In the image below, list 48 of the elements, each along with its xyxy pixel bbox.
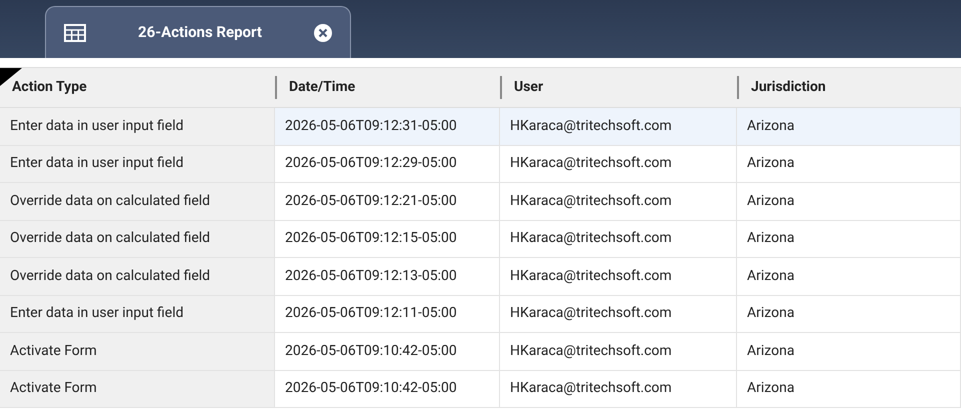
- table-cell: HKaraca@tritechsoft.com: [500, 296, 737, 332]
- column-header[interactable]: Jurisdiction: [751, 77, 826, 98]
- column-header[interactable]: User: [514, 77, 544, 98]
- table-cell: Arizona: [737, 183, 961, 220]
- table-icon: [64, 24, 86, 42]
- table-cell: HKaraca@tritechsoft.com: [500, 258, 737, 294]
- table-row[interactable]: Override data on calculated field 2026-05-06T09:12:13-05:00 HKaraca@tritechsoft.com Arizona: [0, 258, 961, 296]
- table-cell: 2026-05-06T09:12:21-05:00: [275, 183, 500, 220]
- table-row[interactable]: Override data on calculated field 2026-05-06T09:12:21-05:00 HKaraca@tritechsoft.com Arizona: [0, 183, 961, 220]
- table-cell: Arizona: [737, 370, 961, 407]
- table-cell: 2026-05-06T09:12:31-05:00: [275, 108, 500, 144]
- table-cell: Arizona: [737, 296, 961, 332]
- close-icon[interactable]: [314, 24, 332, 42]
- table-cell: Arizona: [737, 333, 961, 370]
- table-cell: 2026-05-06T09:12:15-05:00: [275, 220, 500, 257]
- table-row[interactable]: Enter data in user input field 2026-05-06T09:12:29-05:00 HKaraca@tritechsoft.com Arizona: [0, 146, 961, 183]
- table-row[interactable]: Enter data in user input field 2026-05-06T09:12:31-05:00 HKaraca@tritechsoft.com Arizona: [0, 108, 961, 146]
- table-cell: HKaraca@tritechsoft.com: [500, 370, 737, 407]
- table-cell: Override data on calculated field: [0, 183, 275, 220]
- table-cell: HKaraca@tritechsoft.com: [500, 220, 737, 257]
- table-cell: Arizona: [737, 258, 961, 294]
- table-cell: 2026-05-06T09:12:13-05:00: [275, 258, 500, 294]
- table-cell: 2026-05-06T09:12:11-05:00: [275, 296, 500, 332]
- report-tab[interactable]: 26-Actions Report: [45, 6, 351, 58]
- table-cell: 2026-05-06T09:10:42-05:00: [275, 370, 500, 407]
- table-cell: HKaraca@tritechsoft.com: [500, 333, 737, 370]
- table-row[interactable]: Enter data in user input field 2026-05-06T09:12:11-05:00 HKaraca@tritechsoft.com Arizona: [0, 296, 961, 333]
- table-row[interactable]: Activate Form 2026-05-06T09:10:42-05:00 HKaraca@tritechsoft.com Arizona: [0, 370, 961, 408]
- table-cell: Arizona: [737, 108, 961, 144]
- table-row[interactable]: Override data on calculated field 2026-05-06T09:12:15-05:00 HKaraca@tritechsoft.com Arizona: [0, 220, 961, 258]
- column-header[interactable]: Date/Time: [289, 77, 356, 98]
- table-cell: HKaraca@tritechsoft.com: [500, 146, 737, 182]
- table-cell: Activate Form: [0, 370, 275, 407]
- tab-title: 26-Actions Report: [137, 22, 263, 44]
- table-cell: 2026-05-06T09:10:42-05:00: [275, 333, 500, 370]
- table-cell: Override data on calculated field: [0, 258, 275, 294]
- table-cell: Arizona: [737, 146, 961, 182]
- table-cell: Enter data in user input field: [0, 108, 275, 144]
- table-cell: Enter data in user input field: [0, 296, 275, 332]
- table-cell: Activate Form: [0, 333, 275, 370]
- column-header[interactable]: Action Type: [12, 77, 87, 98]
- table-cell: 2026-05-06T09:12:29-05:00: [275, 146, 500, 182]
- table-cell: HKaraca@tritechsoft.com: [500, 183, 737, 220]
- table-cell: HKaraca@tritechsoft.com: [500, 108, 737, 144]
- table-cell: Enter data in user input field: [0, 146, 275, 182]
- table-cell: Override data on calculated field: [0, 220, 275, 257]
- table-cell: Arizona: [737, 220, 961, 257]
- table-row[interactable]: Activate Form 2026-05-06T09:10:42-05:00 HKaraca@tritechsoft.com Arizona: [0, 333, 961, 370]
